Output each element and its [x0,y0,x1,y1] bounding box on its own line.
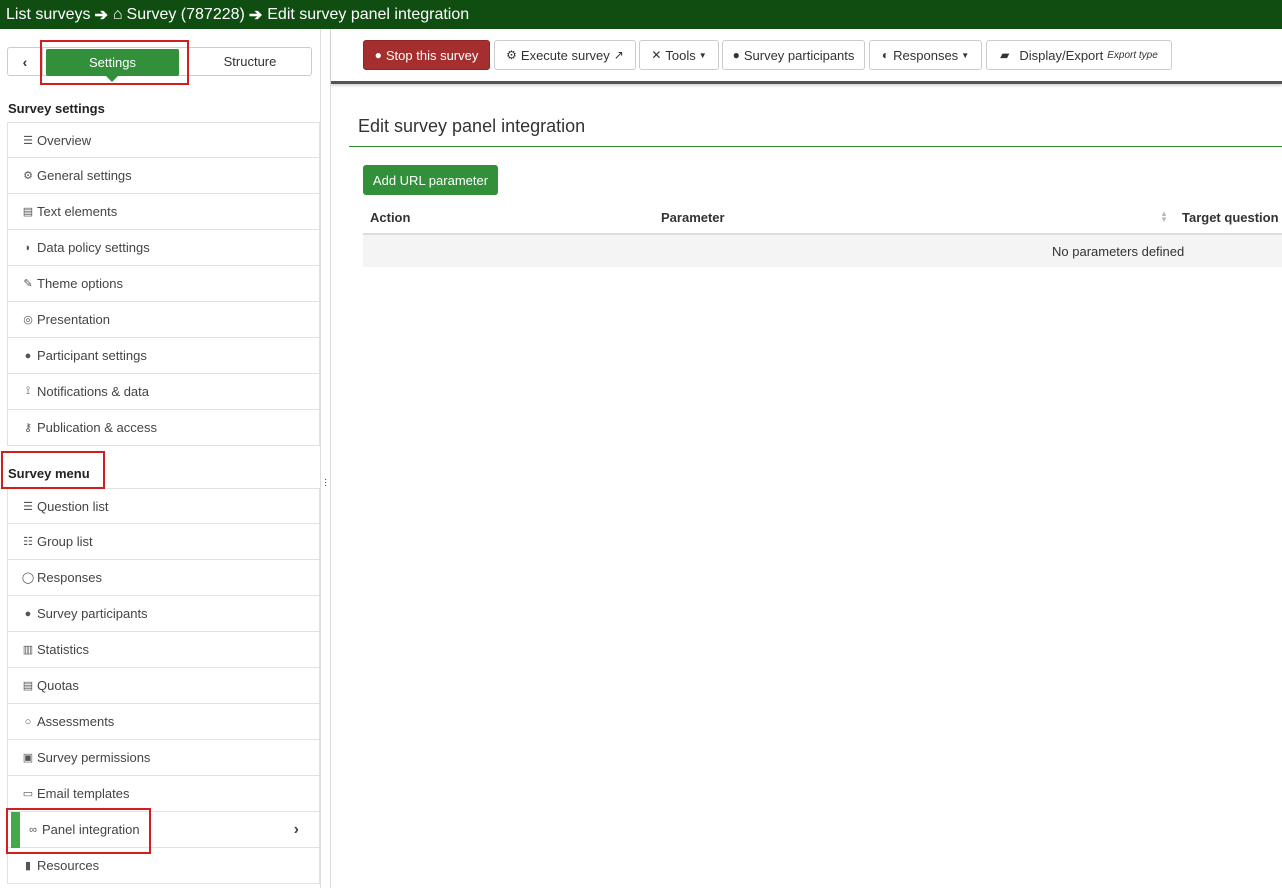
survey-settings-heading: Survey settings [8,101,105,116]
sidebar-item-notifications-data[interactable]: ⟟ Notifications & data [7,374,320,410]
tools-icon: ✕ [651,48,662,62]
sidebar-item-theme-options[interactable]: ✎ Theme options [7,266,320,302]
sidebar-item-email-templates[interactable]: ▭ Email templates [7,776,320,812]
stop-survey-button[interactable]: ● Stop this survey [363,40,490,70]
chevron-left-icon: ‹ [22,53,28,70]
lock-icon: ▣ [22,752,34,764]
display-export-button[interactable]: ▰ Display/Export Export type [986,40,1172,70]
column-header-target-question[interactable]: Target question [1182,210,1279,225]
comment-o-icon: ○ [24,715,32,728]
sidebar-item-participant-settings[interactable]: ● Participant settings [7,338,320,374]
list-icon: ☰ [23,134,33,147]
highlight-survey-menu [1,451,105,489]
users-icon: ● [24,349,32,362]
drag-handle-icon: · · · [324,474,328,491]
paint-brush-icon: ✎ [23,278,33,290]
feed-icon: ⟟ [25,385,31,397]
column-header-action[interactable]: Action [370,210,410,225]
add-url-parameter-button[interactable]: Add URL parameter [363,165,498,195]
sidebar-item-general-settings[interactable]: ⚙ General settings [7,158,320,194]
sidebar-resize-handle[interactable]: · · · [320,29,331,888]
chevron-right-icon: › [293,821,299,838]
tasks-icon: ▤ [22,680,34,692]
gears-icon: ⚙ [23,170,33,182]
home-icon: ⌂ [112,5,123,23]
sidebar: ‹ Settings Structure Survey settings ☰ Ov… [0,29,320,888]
highlight-panel-integration [6,808,151,854]
caret-down-icon: ▼ [961,50,970,60]
file-text-icon: ▤ [22,206,34,218]
breadcrumb-survey[interactable]: Survey (787228) [127,6,245,24]
user-icon: ● [732,48,740,62]
empty-message: No parameters defined [1052,244,1185,259]
comment-icon: ◯ [21,572,35,584]
sidebar-item-presentation[interactable]: ◎ Presentation [7,302,320,338]
sidebar-item-assessments[interactable]: ○ Assessments [7,704,320,740]
envelope-icon: ▭ [22,788,34,800]
breadcrumb-list-surveys[interactable]: List surveys [6,6,90,24]
stop-circle-icon: ● [374,48,382,62]
execute-survey-button[interactable]: ⚙ Execute survey ↗ [494,40,636,70]
user-icon: ● [24,607,32,620]
th-list-icon: ☷ [23,536,33,548]
collapse-sidebar-button[interactable]: ‹ [8,48,43,75]
arrow-right-icon: ➔ [94,6,108,24]
column-header-parameter[interactable]: Parameter [661,210,725,225]
sidebar-item-publication-access[interactable]: ⚷ Publication & access [7,410,320,446]
highlight-settings-tab [40,40,189,85]
sidebar-item-overview[interactable]: ☰ Overview [7,122,320,158]
sidebar-item-question-list[interactable]: ☰ Question list [7,488,320,524]
sidebar-item-survey-participants[interactable]: ● Survey participants [7,596,320,632]
bar-chart-icon: ▥ [22,644,34,656]
sort-icon[interactable]: ▲ ▼ [1160,210,1168,224]
responses-dropdown-button[interactable]: ◐ Responses ▼ [869,40,982,70]
comments-icon: ◐ [881,48,890,62]
arrow-right-icon: ➔ [248,6,263,24]
title-divider [349,146,1282,147]
external-link-icon: ↗ [613,48,624,62]
survey-participants-button[interactable]: ● Survey participants [722,40,865,70]
parameters-table-header: Action Parameter ▲ ▼ Target question [363,201,1282,235]
eye-slash-icon: ◎ [23,314,33,326]
sidebar-item-survey-permissions[interactable]: ▣ Survey permissions [7,740,320,776]
sidebar-item-group-list[interactable]: ☷ Group list [7,524,320,560]
sidebar-item-statistics[interactable]: ▥ Statistics [7,632,320,668]
cog-icon: ⚙ [506,48,517,62]
shield-icon: ◗ [24,241,32,254]
sidebar-item-quotas[interactable]: ▤ Quotas [7,668,320,704]
key-icon: ⚷ [23,422,33,434]
breadcrumb-current: Edit survey panel integration [267,5,470,23]
tab-structure[interactable]: Structure [188,48,312,75]
caret-down-icon: ▼ [698,50,707,60]
file-icon: ▮ [24,860,32,872]
sidebar-item-responses[interactable]: ◯ Responses [7,560,320,596]
table-empty-row: No parameters defined [363,235,1282,267]
tools-dropdown-button[interactable]: ✕ Tools ▼ [639,40,719,70]
main-content: ● Stop this survey ⚙ Execute survey ↗ ✕ Tool… [331,29,1282,888]
sidebar-item-data-policy-settings[interactable]: ◗ Data policy settings [7,230,320,266]
settings-menu: ☰ Overview ⚙ General settings ▤ Text elemen… [7,122,320,446]
list-icon: ☰ [23,500,33,513]
sidebar-item-text-elements[interactable]: ▤ Text elements [7,194,320,230]
page-title: Edit survey panel integration [358,116,586,136]
folder-open-icon: ▰ [1000,48,1010,62]
breadcrumb: List surveys ➔ ⌂ Survey (787228) ➔ Edit … [0,0,1282,29]
survey-toolbar: ● Stop this survey ⚙ Execute survey ↗ ✕ Tool… [331,29,1282,84]
